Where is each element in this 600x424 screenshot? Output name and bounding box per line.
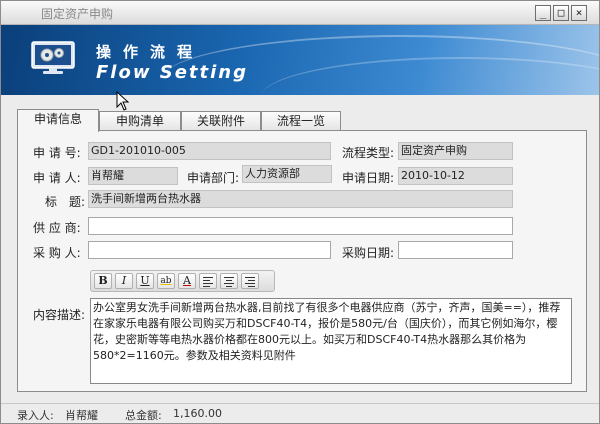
banner-title-en: Flow Setting xyxy=(96,62,248,83)
tab-attachments[interactable]: 关联附件 xyxy=(181,111,261,131)
apply-no-field: GD1-201010-005 xyxy=(88,142,331,160)
applicant-field: 肖帮耀 xyxy=(88,167,178,185)
buyer-input[interactable] xyxy=(88,241,331,259)
buy-date-input[interactable] xyxy=(398,241,513,259)
apply-date-field: 2010-10-12 xyxy=(398,167,513,185)
description-editor[interactable]: 办公室男女洗手间新增两台热水器,目前找了有很多个电器供应商（苏宁，齐声，国美==… xyxy=(90,298,572,384)
window-title: 固定资产申购 xyxy=(41,7,114,21)
applicant-label: 申 请 人: xyxy=(33,171,81,185)
tab-flow-overview[interactable]: 流程一览 xyxy=(261,111,341,131)
total-value: 1,160.00 xyxy=(173,407,222,420)
status-bar: 录入人: 肖帮耀 总金额: 1,160.00 xyxy=(1,403,599,423)
buyer-label: 采 购 人: xyxy=(33,246,81,260)
apply-no-label: 申 请 号: xyxy=(33,146,81,160)
mouse-cursor-icon xyxy=(116,91,130,111)
banner-title-cn: 操作流程 xyxy=(96,43,205,61)
italic-button[interactable]: I xyxy=(115,273,133,289)
total-label: 总金额: xyxy=(125,409,162,422)
app-window: 固定资产申购 _ □ × 操作流程 Flow Setting 申请信息 申购清单… xyxy=(0,0,600,424)
supplier-label: 供 应 商: xyxy=(33,221,81,235)
highlight-button[interactable]: ab xyxy=(157,273,175,289)
monitor-gears-icon xyxy=(31,41,75,74)
tab-purchase-list[interactable]: 申购清单 xyxy=(99,111,181,131)
maximize-button[interactable]: □ xyxy=(553,5,569,21)
close-button[interactable]: × xyxy=(571,5,587,21)
header-banner: 操作流程 Flow Setting xyxy=(1,25,599,95)
dept-label: 申请部门: xyxy=(187,171,240,185)
recorder-value: 肖帮耀 xyxy=(65,409,98,422)
bold-button[interactable]: B xyxy=(94,273,112,289)
buy-date-label: 采购日期: xyxy=(342,246,395,260)
recorder-label: 录入人: xyxy=(17,409,54,422)
apply-date-label: 申请日期: xyxy=(342,171,395,185)
minimize-button[interactable]: _ xyxy=(535,5,551,21)
font-color-button[interactable]: A xyxy=(178,273,196,289)
title-bar: 固定资产申购 _ □ × xyxy=(1,1,599,25)
subject-label: 标 题: xyxy=(45,195,86,209)
supplier-input[interactable] xyxy=(88,217,513,235)
subject-field: 洗手间新增两台热水器 xyxy=(88,190,513,208)
align-left-button[interactable] xyxy=(199,273,217,289)
flow-type-field: 固定资产申购 xyxy=(398,142,513,160)
description-label: 内容描述: xyxy=(33,308,86,322)
underline-button[interactable]: U xyxy=(136,273,154,289)
dept-field: 人力资源部 xyxy=(242,165,332,183)
editor-toolbar: B I U ab A xyxy=(90,270,275,292)
align-center-button[interactable] xyxy=(220,273,238,289)
flow-type-label: 流程类型: xyxy=(342,146,395,160)
align-right-button[interactable] xyxy=(241,273,259,289)
tab-apply-info[interactable]: 申请信息 xyxy=(17,109,99,132)
